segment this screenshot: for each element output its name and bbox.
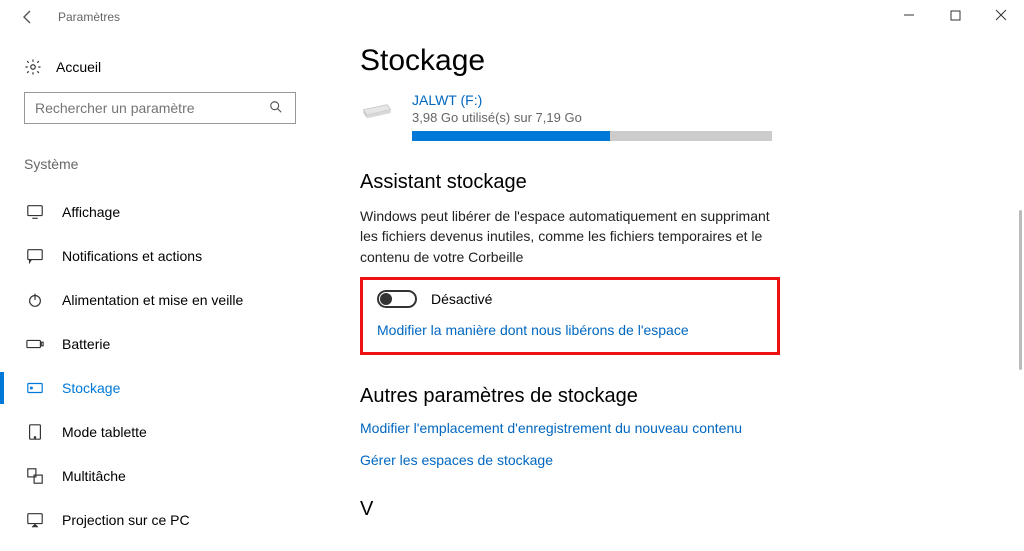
sidebar-item-label: Notifications et actions <box>62 248 202 264</box>
other-settings-heading: Autres paramètres de stockage <box>360 385 984 408</box>
change-save-location-link[interactable]: Modifier l'emplacement d'enregistrement … <box>360 420 984 436</box>
display-icon <box>26 203 44 221</box>
storage-sense-toggle-label: Désactivé <box>431 291 492 307</box>
annotation-highlight: Désactivé Modifier la manière dont nous … <box>360 277 780 355</box>
chat-icon <box>26 247 44 265</box>
drive-name: JALWT (F:) <box>412 92 984 108</box>
sidebar-item-label: Batterie <box>62 336 110 352</box>
storage-sense-configure-link[interactable]: Modifier la manière dont nous libérons d… <box>377 322 763 338</box>
project-icon <box>26 511 44 529</box>
drive-icon <box>360 96 394 124</box>
battery-icon <box>26 335 44 353</box>
sidebar-item-power[interactable]: Alimentation et mise en veille <box>24 278 320 322</box>
search-icon <box>269 100 285 116</box>
sidebar-item-display[interactable]: Affichage <box>24 190 320 234</box>
sidebar-item-tablet[interactable]: Mode tablette <box>24 410 320 454</box>
home-button[interactable]: Accueil <box>24 58 320 76</box>
sidebar-item-label: Mode tablette <box>62 424 147 440</box>
power-icon <box>26 291 44 309</box>
drive-usage-bar-fill <box>412 131 610 141</box>
page-title: Stockage <box>360 44 984 78</box>
storage-sense-description: Windows peut libérer de l'espace automat… <box>360 206 780 267</box>
sidebar-item-projection[interactable]: Projection sur ce PC <box>24 498 320 542</box>
category-title: Système <box>24 156 320 172</box>
storage-sense-heading: Assistant stockage <box>360 171 984 194</box>
window-controls <box>886 0 1024 30</box>
multitask-icon <box>26 467 44 485</box>
sidebar-item-label: Stockage <box>62 380 120 396</box>
drive-row[interactable]: JALWT (F:) 3,98 Go utilisé(s) sur 7,19 G… <box>360 92 984 141</box>
sidebar-item-label: Projection sur ce PC <box>62 512 190 528</box>
maximize-button[interactable] <box>932 0 978 30</box>
tablet-icon <box>26 423 44 441</box>
back-button[interactable] <box>16 5 40 29</box>
sidebar-item-label: Multitâche <box>62 468 126 484</box>
sidebar-item-label: Alimentation et mise en veille <box>62 292 243 308</box>
drive-usage-text: 3,98 Go utilisé(s) sur 7,19 Go <box>412 110 984 125</box>
storage-icon <box>26 379 44 397</box>
scrollbar[interactable] <box>1019 210 1022 370</box>
sidebar-item-multitask[interactable]: Multitâche <box>24 454 320 498</box>
storage-sense-toggle[interactable] <box>377 290 417 308</box>
sidebar: Accueil Système Affichage Notifications … <box>0 34 320 551</box>
home-label: Accueil <box>56 59 101 75</box>
search-box[interactable] <box>24 92 296 124</box>
search-input[interactable] <box>35 100 269 116</box>
sidebar-item-notifications[interactable]: Notifications et actions <box>24 234 320 278</box>
close-button[interactable] <box>978 0 1024 30</box>
manage-storage-spaces-link[interactable]: Gérer les espaces de stockage <box>360 452 984 468</box>
gear-icon <box>24 58 42 76</box>
drive-usage-bar <box>412 131 772 141</box>
sidebar-item-battery[interactable]: Batterie <box>24 322 320 366</box>
sidebar-item-label: Affichage <box>62 204 120 220</box>
toggle-knob <box>380 293 392 305</box>
window-title: Paramètres <box>58 10 120 24</box>
cutoff-heading: V <box>360 498 984 521</box>
content-area: Stockage JALWT (F:) 3,98 Go utilisé(s) s… <box>320 34 1024 551</box>
minimize-button[interactable] <box>886 0 932 30</box>
sidebar-item-storage[interactable]: Stockage <box>24 366 320 410</box>
